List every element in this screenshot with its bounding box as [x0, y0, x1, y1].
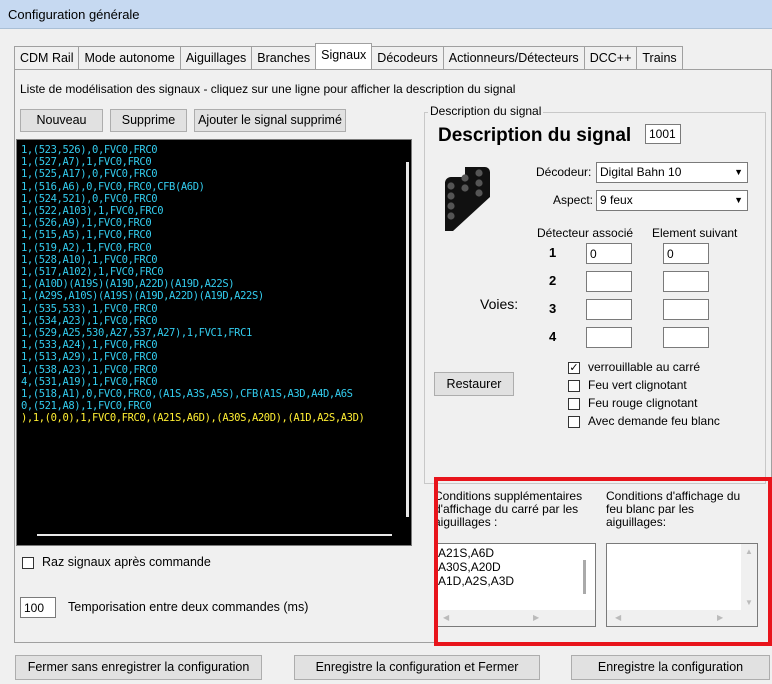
signal-list-item[interactable]: 4,(531,A19),1,FVC0,FRC0 — [21, 376, 158, 388]
signal-list-item[interactable]: 1,(538,A23),1,FVC0,FRC0 — [21, 364, 158, 376]
decodeur-value: Digital Bahn 10 — [600, 165, 682, 179]
temporisation-input[interactable]: 100 — [20, 597, 56, 618]
signal-list-item[interactable]: 0,(521,A8),1,FVC0,FRC0 — [21, 400, 152, 412]
nouveau-button[interactable]: Nouveau — [20, 109, 103, 132]
signal-list-item[interactable]: 1,(534,A23),1,FVC0,FRC0 — [21, 315, 158, 327]
signal-list-item[interactable]: 1,(516,A6),0,FVC0,FRC0,CFB(A6D) — [21, 181, 205, 193]
voie-number: 4 — [549, 329, 557, 344]
signal-list-item[interactable]: 1,(517,A102),1,FVC0,FRC0 — [21, 266, 164, 278]
signal-list-item[interactable]: 1,(519,A2),1,FVC0,FRC0 — [21, 242, 152, 254]
signal-list[interactable]: 1,(523,526),0,FVC0,FRC0 1,(527,A7),1,FVC0… — [16, 139, 412, 546]
checkbox[interactable]: ✓ — [568, 362, 580, 374]
signal-list-item[interactable]: 1,(526,A9),1,FVC0,FRC0 — [21, 217, 152, 229]
checkbox-label: Feu rouge clignotant — [588, 396, 698, 410]
voie-number: 3 — [549, 301, 557, 316]
restaurer-button[interactable]: Restaurer — [434, 372, 514, 396]
enregistre-et-fermer-button[interactable]: Enregistre la configuration et Fermer — [294, 655, 540, 680]
chevron-down-icon[interactable]: ▼ — [734, 191, 743, 210]
raz-label: Raz signaux après commande — [42, 555, 211, 569]
detecteur-input-3[interactable] — [586, 299, 632, 320]
signal-number-input[interactable]: 1001 — [645, 124, 681, 144]
signal-list-item[interactable]: 1,(A10D)(A19S)(A19D,A22D)(A19D,A22S) — [21, 278, 235, 290]
tab-trains[interactable]: Trains — [636, 46, 683, 69]
element-header: Element suivant — [652, 226, 738, 240]
checkbox[interactable] — [568, 398, 580, 410]
tab-mode-autonome[interactable]: Mode autonome — [78, 46, 181, 69]
tab-aiguillages[interactable]: Aiguillages — [179, 46, 253, 69]
signal-list-item[interactable]: 1,(524,521),0,FVC0,FRC0 — [21, 193, 158, 205]
checkbox-label: verrouillable au carré — [588, 360, 701, 374]
signal-list-item[interactable]: 1,(513,A29),1,FVC0,FRC0 — [21, 351, 158, 363]
signal-list-item[interactable]: 1,(523,526),0,FVC0,FRC0 — [21, 144, 158, 156]
signal-icon — [435, 165, 493, 233]
decodeur-label: Décodeur: — [536, 165, 592, 179]
signal-list-item[interactable]: 1,(533,A24),1,FVC0,FRC0 — [21, 339, 158, 351]
detecteur-input-1[interactable]: 0 — [586, 243, 632, 264]
element-input-3[interactable] — [663, 299, 709, 320]
tab-cdm-rail[interactable]: CDM Rail — [14, 46, 80, 69]
signal-list-item[interactable]: 1,(A29S,A10S)(A19S)(A19D,A22D)(A19D,A22S… — [21, 290, 264, 302]
list-caption: Liste de modélisation des signaux - cliq… — [20, 82, 516, 96]
voie-number: 1 — [549, 245, 557, 260]
checkbox[interactable] — [568, 380, 580, 392]
chevron-down-icon[interactable]: ▼ — [734, 163, 743, 182]
element-input-4[interactable] — [663, 327, 709, 348]
tab-branches[interactable]: Branches — [251, 46, 317, 69]
highlight-box — [434, 477, 772, 646]
signal-list-item[interactable]: 1,(522,A103),1,FVC0,FRC0 — [21, 205, 164, 217]
signal-list-item[interactable]: ),1,(0,0),1,FVC0,FRC0,(A21S,A6D),(A30S,A… — [21, 412, 365, 424]
signal-list-item[interactable]: 1,(528,A10),1,FVC0,FRC0 — [21, 254, 158, 266]
signal-list-item[interactable]: 1,(525,A17),0,FVC0,FRC0 — [21, 168, 158, 180]
signal-list-item[interactable]: 1,(529,A25,530,A27,537,A27),1,FVC1,FRC1 — [21, 327, 252, 339]
signal-list-item[interactable]: 1,(535,533),1,FVC0,FRC0 — [21, 303, 158, 315]
element-input-2[interactable] — [663, 271, 709, 292]
title-bar: Configuration générale — [0, 0, 772, 29]
tab-actionneurs-d-tecteurs[interactable]: Actionneurs/Détecteurs — [442, 46, 585, 69]
tab-strip: CDM Rail Mode autonome Aiguillages Branches… — [14, 43, 683, 69]
aspect-select[interactable]: 9 feux ▼ — [596, 190, 748, 211]
window-title: Configuration générale — [8, 7, 140, 22]
supprime-button[interactable]: Supprime — [110, 109, 187, 132]
enregistre-button[interactable]: Enregistre la configuration — [571, 655, 770, 680]
raz-checkbox[interactable] — [22, 557, 34, 569]
description-group-label: Description du signal — [428, 104, 544, 118]
detecteur-header: Détecteur associé — [537, 226, 634, 240]
detecteur-input-2[interactable] — [586, 271, 632, 292]
signal-list-item[interactable]: 1,(518,A1),0,FVC0,FRC0,(A1S,A3S,A5S),CFB… — [21, 388, 353, 400]
tab-dcc-[interactable]: DCC++ — [583, 46, 638, 69]
voie-number: 2 — [549, 273, 557, 288]
temporisation-label: Temporisation entre deux commandes (ms) — [68, 600, 309, 614]
fermer-sans-enregistrer-button[interactable]: Fermer sans enregistrer la configuration — [15, 655, 262, 680]
signal-list-item[interactable]: 1,(527,A7),1,FVC0,FRC0 — [21, 156, 152, 168]
voies-label: Voies: — [480, 296, 519, 312]
signal-list-item[interactable]: 1,(515,A5),1,FVC0,FRC0 — [21, 229, 152, 241]
ajouter-signal-button[interactable]: Ajouter le signal supprimé — [194, 109, 346, 132]
aspect-label: Aspect: — [553, 193, 594, 207]
detecteur-input-4[interactable] — [586, 327, 632, 348]
decodeur-select[interactable]: Digital Bahn 10 ▼ — [596, 162, 748, 183]
list-scrollbar-track[interactable] — [406, 162, 409, 517]
list-scrollbar-horizontal[interactable] — [37, 534, 392, 536]
checkbox[interactable] — [568, 416, 580, 428]
tab-d-codeurs[interactable]: Décodeurs — [371, 46, 444, 69]
aspect-value: 9 feux — [600, 193, 633, 207]
tab-signaux[interactable]: Signaux — [315, 43, 373, 69]
checkbox-label: Avec demande feu blanc — [588, 414, 720, 428]
element-input-1[interactable]: 0 — [663, 243, 709, 264]
description-heading: Description du signal — [438, 125, 632, 146]
checkbox-label: Feu vert clignotant — [588, 378, 687, 392]
